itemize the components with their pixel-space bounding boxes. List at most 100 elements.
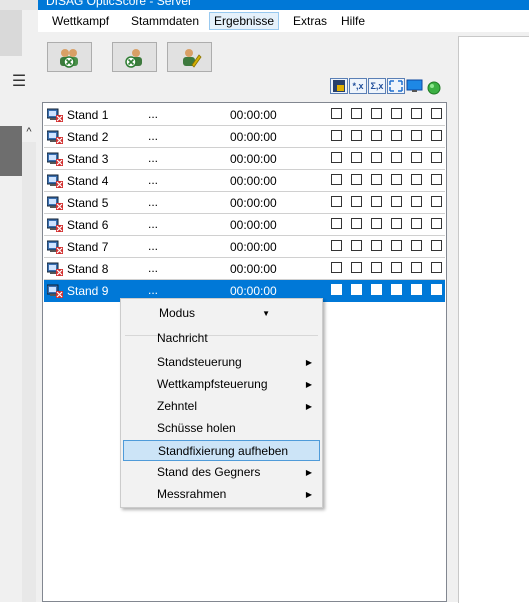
stand-checkbox[interactable] (411, 108, 422, 119)
context-item-zehntel[interactable]: Zehntel ▶ (123, 396, 320, 417)
stand-checkbox[interactable] (371, 262, 382, 273)
stand-checkbox[interactable] (371, 108, 382, 119)
stand-checkbox[interactable] (391, 240, 402, 251)
context-item-standsteuerung[interactable]: Standsteuerung ▶ (123, 352, 320, 373)
context-item-standfixierung-aufheben[interactable]: Standfixierung aufheben (123, 440, 320, 461)
stand-checkbox[interactable] (391, 152, 402, 163)
context-item-nachricht[interactable]: Nachricht (123, 328, 320, 349)
stand-checkbox[interactable] (411, 218, 422, 229)
stand-checkbox[interactable] (351, 284, 362, 295)
stand-checkbox[interactable] (391, 174, 402, 185)
stand-checkbox[interactable] (431, 262, 442, 273)
sigma-x-icon[interactable]: Σ,x (368, 78, 386, 94)
stand-checkbox[interactable] (331, 152, 342, 163)
table-row[interactable]: Stand 6... 00:00:00 (44, 214, 445, 236)
stand-checkbox[interactable] (431, 240, 442, 251)
stand-checkbox[interactable] (351, 152, 362, 163)
stand-checkbox[interactable] (371, 196, 382, 207)
add-user-button[interactable] (47, 42, 92, 72)
stand-checkbox[interactable] (411, 284, 422, 295)
menu-ergebnisse[interactable]: Ergebnisse (209, 12, 280, 30)
stand-checkbox[interactable] (331, 284, 342, 295)
stand-checkbox[interactable] (411, 152, 422, 163)
stand-checkbox[interactable] (391, 284, 402, 295)
stand-checkbox[interactable] (331, 196, 342, 207)
context-item-label: Standsteuerung (157, 355, 242, 369)
menu-stammdaten[interactable]: Stammdaten (127, 13, 203, 29)
stand-checkbox[interactable] (411, 240, 422, 251)
table-row[interactable]: Stand 7... 00:00:00 (44, 236, 445, 258)
stand-checkbox[interactable] (371, 130, 382, 141)
submenu-arrow-icon: ▶ (305, 380, 312, 389)
stand-checkbox[interactable] (331, 174, 342, 185)
stand-checkbox[interactable] (431, 218, 442, 229)
stand-checkbox[interactable] (391, 218, 402, 229)
stand-checkbox[interactable] (331, 108, 342, 119)
stand-checkbox[interactable] (351, 262, 362, 273)
left-grey-block (0, 10, 22, 56)
stand-checkbox[interactable] (351, 196, 362, 207)
stand-checkbox[interactable] (371, 284, 382, 295)
table-row[interactable]: Stand 1... 00:00:00 (44, 104, 445, 126)
stand-checkbox[interactable] (331, 218, 342, 229)
stand-checkbox[interactable] (391, 108, 402, 119)
stand-checkbox[interactable] (351, 130, 362, 141)
stand-checkbox[interactable] (391, 196, 402, 207)
stand-checkbox[interactable] (411, 174, 422, 185)
stand-checkbox[interactable] (391, 262, 402, 273)
menu-wettkampf[interactable]: Wettkampf (48, 13, 113, 29)
monitor-icon[interactable] (406, 79, 423, 93)
table-row[interactable]: Stand 5... 00:00:00 (44, 192, 445, 214)
stand-checkbox[interactable] (431, 108, 442, 119)
table-row[interactable]: Stand 3... 00:00:00 (44, 148, 445, 170)
star-x-icon[interactable]: *,x (349, 78, 367, 94)
lock-icon[interactable] (330, 78, 348, 94)
stand-checkbox[interactable] (351, 218, 362, 229)
stand-checkbox[interactable] (371, 218, 382, 229)
table-row[interactable]: Stand 4... 00:00:00 (44, 170, 445, 192)
stand-checkbox[interactable] (371, 240, 382, 251)
stand-checkbox[interactable] (331, 130, 342, 141)
stand-checkbox[interactable] (411, 262, 422, 273)
stand-shooter: ... (148, 283, 159, 297)
context-item-schüsse-holen[interactable]: Schüsse holen (123, 418, 320, 439)
context-item-label: Nachricht (157, 331, 208, 345)
context-item-label: Messrahmen (157, 487, 227, 501)
stand-checkbox[interactable] (431, 130, 442, 141)
stand-name: Stand 2 (67, 130, 109, 144)
stand-checkbox[interactable] (411, 130, 422, 141)
stand-checkbox[interactable] (351, 174, 362, 185)
stand-checkbox[interactable] (371, 174, 382, 185)
context-item-messrahmen[interactable]: Messrahmen ▶ (123, 484, 320, 505)
stand-checkbox[interactable] (371, 152, 382, 163)
stand-time: 00:00:00 (230, 130, 277, 144)
stand-checkbox[interactable] (431, 152, 442, 163)
context-item-wettkampfsteuerung[interactable]: Wettkampfsteuerung ▶ (123, 374, 320, 395)
menu-extras[interactable]: Extras (289, 13, 331, 29)
menu-hilfe[interactable]: Hilfe (337, 13, 369, 29)
stand-time: 00:00:00 (230, 240, 277, 254)
context-combo-modus[interactable]: Modus ▼ (123, 303, 320, 324)
stand-checkbox[interactable] (411, 196, 422, 207)
hamburger-menu-icon[interactable]: ☰ (0, 68, 38, 96)
context-item-stand-des-gegners[interactable]: Stand des Gegners ▶ (123, 462, 320, 483)
table-row[interactable]: Stand 2... 00:00:00 (44, 126, 445, 148)
title-bar: DISAG OpticScore - Server (38, 0, 529, 10)
stand-checkbox[interactable] (431, 196, 442, 207)
stand-checkbox[interactable] (351, 240, 362, 251)
stand-checkbox[interactable] (331, 240, 342, 251)
status-green-icon (427, 81, 441, 95)
stand-checkbox[interactable] (391, 130, 402, 141)
stand-checkbox[interactable] (431, 284, 442, 295)
scroll-up-icon[interactable]: ^ (22, 126, 36, 140)
stand-checkbox[interactable] (431, 174, 442, 185)
edit-user-button[interactable] (167, 42, 212, 72)
table-row[interactable]: Stand 8... 00:00:00 (44, 258, 445, 280)
expand-icon[interactable] (387, 78, 405, 94)
workstation-icon (47, 196, 63, 210)
stand-checkbox[interactable] (331, 262, 342, 273)
stand-name: Stand 1 (67, 108, 109, 122)
remove-user-button[interactable] (112, 42, 157, 72)
stand-checkbox[interactable] (351, 108, 362, 119)
left-scrollbar[interactable] (22, 142, 36, 602)
